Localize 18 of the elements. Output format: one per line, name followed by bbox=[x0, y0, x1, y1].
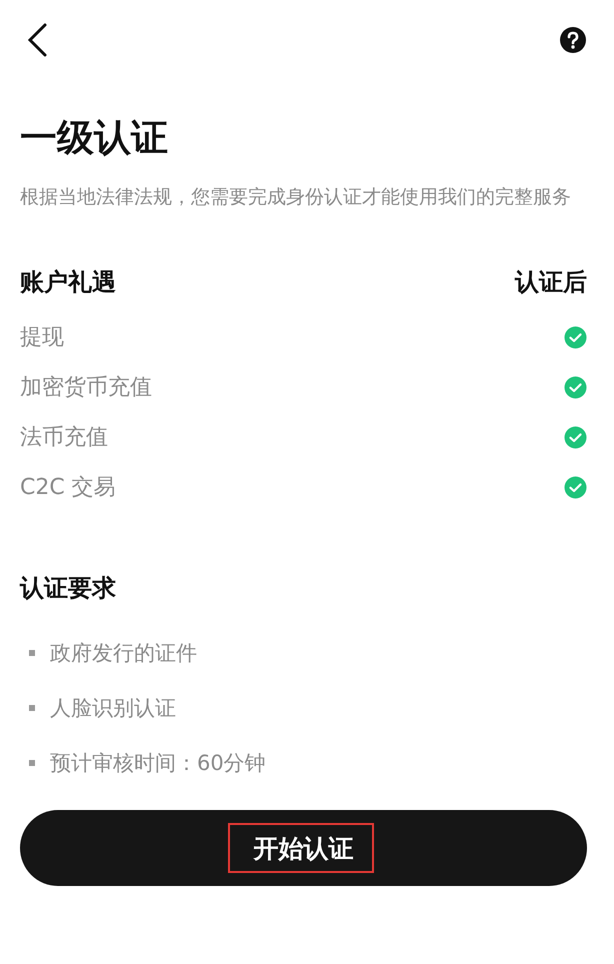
benefit-label: 法币充值 bbox=[20, 424, 108, 452]
section-heading: 认证要求 bbox=[20, 573, 117, 604]
bullet-icon bbox=[29, 704, 35, 710]
requirement-text: 政府发行的证件 bbox=[50, 640, 197, 666]
section-heading: 账户礼遇 bbox=[20, 267, 116, 298]
start-button[interactable]: 开始认证 bbox=[20, 810, 587, 886]
help-icon[interactable] bbox=[559, 26, 587, 54]
requirement-text: 人脸识别认证 bbox=[50, 694, 176, 722]
page-title: 一级认证 bbox=[20, 115, 169, 161]
description: 根据当地法律法规，您需要完成身份认证才能使用我们的完整服务 bbox=[20, 185, 572, 210]
benefit-label: C2C 交易 bbox=[20, 474, 116, 502]
benefit-label: 提现 bbox=[20, 324, 64, 352]
benefit-label: 加密货币充值 bbox=[20, 374, 152, 402]
back-icon[interactable] bbox=[26, 23, 48, 57]
column-heading: 认证后 bbox=[515, 267, 587, 298]
bullet-icon bbox=[29, 760, 35, 766]
bullet-icon bbox=[29, 650, 35, 656]
requirement-text: 预计审核时间：60分钟 bbox=[50, 750, 266, 776]
